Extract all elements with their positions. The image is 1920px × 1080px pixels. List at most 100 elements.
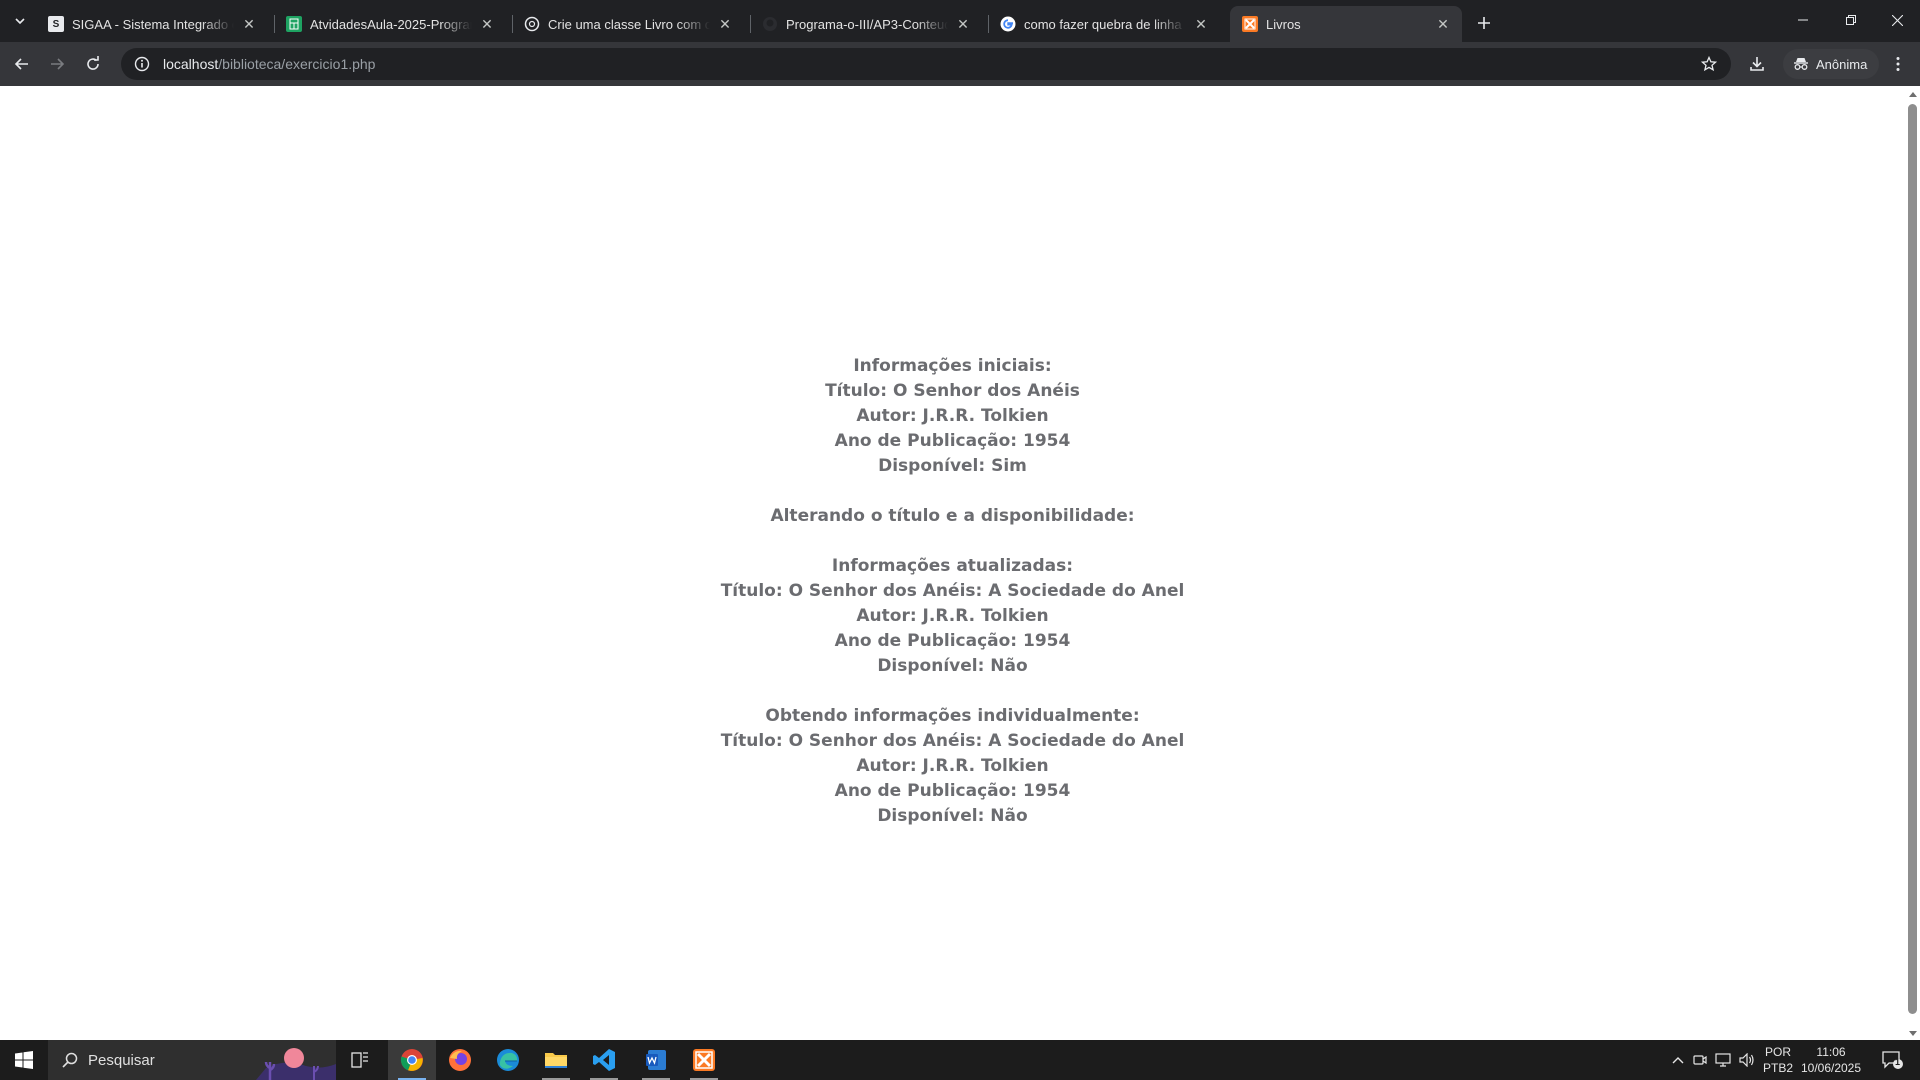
url-path: /biblioteca/exercicio1.php: [218, 56, 376, 72]
close-icon[interactable]: ✕: [1192, 15, 1210, 33]
reload-button[interactable]: [77, 48, 109, 80]
url-host: localhost: [163, 56, 219, 72]
task-view-button[interactable]: [336, 1040, 384, 1080]
book-year-line: Ano de Publicação: 1954: [834, 781, 1071, 801]
browser-menu-button[interactable]: [1884, 50, 1912, 78]
book-author-line: Autor: J.R.R. Tolkien: [856, 606, 1049, 626]
start-button[interactable]: [0, 1040, 48, 1080]
book-author-line: Autor: J.R.R. Tolkien: [856, 756, 1049, 776]
folder-icon: [545, 1053, 567, 1068]
more-vertical-icon: [1896, 57, 1900, 71]
taskbar-app-vscode[interactable]: [580, 1040, 628, 1080]
new-tab-button[interactable]: [1470, 9, 1498, 37]
volume-button[interactable]: [1736, 1040, 1758, 1080]
section-heading: Obtendo informações individualmente:: [765, 706, 1140, 726]
bookmark-star-icon[interactable]: [1697, 52, 1721, 76]
book-available-line: Disponível: Não: [877, 656, 1028, 676]
book-title-line: Título: O Senhor dos Anéis: [825, 381, 1080, 401]
tab-title: Programa-o-III/AP3-Conteudo: [786, 16, 948, 32]
address-bar[interactable]: localhost/biblioteca/exercicio1.php: [121, 48, 1731, 80]
windows-logo-icon: [15, 1051, 33, 1069]
notification-center-button[interactable]: 1: [1872, 1040, 1912, 1080]
site-info-icon[interactable]: [127, 49, 157, 79]
arrow-left-icon: [14, 58, 28, 70]
speaker-icon: [1739, 1053, 1754, 1067]
tab-google-search[interactable]: como fazer quebra de linha no php ✕: [988, 6, 1220, 42]
close-icon[interactable]: ✕: [954, 15, 972, 33]
forward-button[interactable]: [41, 48, 73, 80]
tab-sigaa[interactable]: S SIGAA - Sistema Integrado de Gestão ✕: [36, 6, 268, 42]
tab-chatgpt[interactable]: Crie uma classe Livro com os seguintes ✕: [512, 6, 744, 42]
back-button[interactable]: [6, 48, 38, 80]
downloads-button[interactable]: [1743, 50, 1771, 78]
restore-button[interactable]: [1828, 0, 1874, 40]
page-viewport: Informações iniciais: Título: O Senhor d…: [0, 86, 1905, 1040]
input-language-indicator[interactable]: POR PTB2: [1760, 1044, 1796, 1076]
taskbar-app-edge[interactable]: [484, 1040, 532, 1080]
book-title-line: Título: O Senhor dos Anéis: A Sociedade …: [720, 731, 1185, 751]
xampp-icon: [693, 1049, 715, 1071]
google-favicon-icon: [1000, 16, 1016, 32]
section-heading: Informações atualizadas:: [831, 556, 1074, 576]
task-view-icon: [351, 1052, 368, 1068]
scroll-up-arrow-icon[interactable]: [1909, 92, 1917, 97]
line-break: [0, 679, 1905, 704]
book-output: Informações iniciais: Título: O Senhor d…: [0, 354, 1905, 829]
camera-icon: [1693, 1055, 1707, 1065]
tab-search-button[interactable]: [6, 8, 34, 34]
xampp-favicon-icon: [1242, 16, 1258, 32]
close-icon: [1891, 14, 1903, 26]
tab-title: Livros: [1266, 16, 1301, 32]
taskbar-app-firefox[interactable]: [436, 1040, 484, 1080]
incognito-profile-button[interactable]: Anônima: [1783, 49, 1880, 79]
book-author-line: Autor: J.R.R. Tolkien: [856, 406, 1049, 426]
tab-title: como fazer quebra de linha no php: [1024, 16, 1186, 32]
search-placeholder: Pesquisar: [88, 1051, 155, 1069]
keyboard-label: PTB2: [1762, 1061, 1793, 1075]
tab-strip: S SIGAA - Sistema Integrado de Gestão ✕ …: [0, 0, 1920, 42]
firefox-icon: [449, 1049, 471, 1071]
line-break: [0, 529, 1905, 554]
clock[interactable]: 11:06 10/06/2025: [1798, 1044, 1864, 1076]
google-sheets-favicon-icon: [286, 16, 302, 32]
close-icon[interactable]: ✕: [716, 15, 734, 33]
incognito-icon: [1793, 57, 1809, 71]
tab-atividades[interactable]: AtvidadesAula-2025-Programação ✕: [274, 6, 506, 42]
show-hidden-icons-button[interactable]: [1666, 1040, 1690, 1080]
url-text: localhost/biblioteca/exercicio1.php: [163, 56, 375, 72]
tab-github[interactable]: Programa-o-III/AP3-Conteudo ✕: [750, 6, 982, 42]
minimize-button[interactable]: [1780, 0, 1826, 40]
taskbar-app-chrome[interactable]: [388, 1040, 436, 1080]
book-year-line: Ano de Publicação: 1954: [834, 431, 1071, 451]
page-scrollbar[interactable]: [1905, 86, 1920, 1040]
tab-title: SIGAA - Sistema Integrado de Gestão: [72, 16, 234, 32]
download-icon: [1750, 57, 1764, 71]
reload-icon: [87, 56, 99, 70]
word-icon: [646, 1050, 666, 1070]
sigaa-favicon-icon: S: [48, 16, 64, 32]
taskbar-app-xampp[interactable]: [680, 1040, 728, 1080]
book-title-line: Título: O Senhor dos Anéis: A Sociedade …: [720, 581, 1185, 601]
book-available-line: Disponível: Sim: [878, 456, 1027, 476]
close-icon[interactable]: ✕: [478, 15, 496, 33]
tab-title: Crie uma classe Livro com os seguintes: [548, 16, 710, 32]
clock-time: 11:06: [1816, 1045, 1846, 1059]
tab-livros[interactable]: Livros ✕: [1230, 6, 1462, 42]
arrow-right-icon: [51, 58, 65, 70]
chatgpt-favicon-icon: [524, 16, 540, 32]
close-icon[interactable]: ✕: [240, 15, 258, 33]
taskbar-search-box[interactable]: Pesquisar: [48, 1040, 336, 1080]
network-button[interactable]: [1712, 1040, 1734, 1080]
close-icon[interactable]: ✕: [1434, 15, 1452, 33]
taskbar-app-word[interactable]: [632, 1040, 680, 1080]
scroll-down-arrow-icon[interactable]: [1909, 1031, 1917, 1036]
scrollbar-thumb[interactable]: [1908, 104, 1917, 1014]
edge-icon: [497, 1049, 519, 1071]
restore-icon: [1846, 15, 1856, 25]
minimize-icon: [1798, 19, 1808, 21]
close-window-button[interactable]: [1874, 0, 1920, 40]
taskbar-app-file-explorer[interactable]: [532, 1040, 580, 1080]
chrome-icon: [400, 1049, 423, 1071]
meet-now-button[interactable]: [1690, 1040, 1710, 1080]
windows-taskbar: Pesquisar POR PTB2 11:06 10/06/2025 1: [0, 1040, 1920, 1080]
